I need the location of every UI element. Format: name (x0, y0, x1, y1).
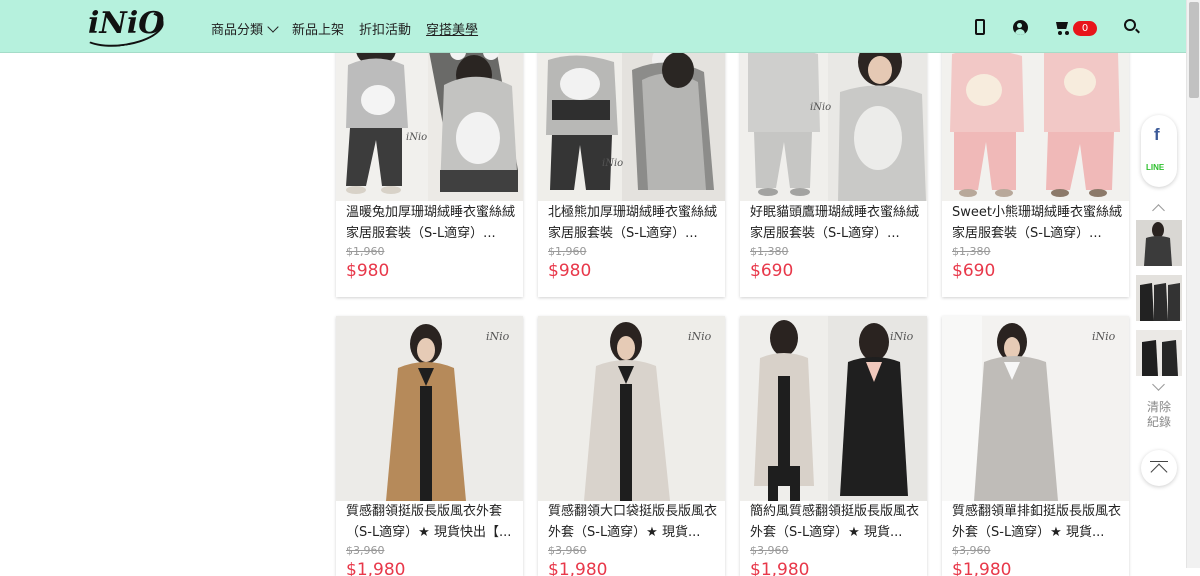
product-original-price: $1,960 (346, 245, 385, 258)
recent-thumbnail[interactable] (1136, 275, 1182, 321)
cart-count-badge[interactable]: 0 (1073, 21, 1097, 36)
product-sale-price: $690 (750, 261, 794, 281)
product-name[interactable]: 質感翻領單排釦挺版長版風衣外套（S-L適穿）★ 現貨... (952, 501, 1122, 543)
chevron-up-icon[interactable] (1152, 204, 1165, 217)
product-card[interactable]: Sweet小熊珊瑚絨睡衣蜜絲絨家居服套裝（S-L適穿）... $1,380 $6… (942, 40, 1129, 297)
chevron-down-icon[interactable] (1152, 378, 1165, 391)
product-image[interactable] (942, 40, 1129, 201)
header-icons: 0 (970, 17, 1140, 39)
product-card[interactable]: iNio 溫暖兔加厚珊瑚絨睡衣蜜絲絨家居服套裝（S-L適穿）... $1,960… (336, 40, 523, 297)
top-bar-icon (1150, 461, 1168, 462)
product-card[interactable]: iNio 質感翻領大口袋挺版長版風衣外套（S-L適穿）★ 現貨... $3,96… (538, 316, 725, 576)
watermark: iNio (688, 330, 712, 343)
chevron-down-icon (267, 21, 279, 33)
product-image[interactable]: iNio (740, 316, 927, 501)
search-icon[interactable] (1124, 19, 1136, 31)
watermark: iNio (406, 132, 428, 143)
user-icon[interactable] (1013, 20, 1028, 35)
cart-icon[interactable] (1054, 20, 1070, 35)
page-scrollbar[interactable] (1186, 0, 1200, 568)
chevron-up-icon (1150, 463, 1168, 481)
line-icon[interactable]: LINE (1146, 163, 1164, 172)
product-original-price: $1,960 (548, 245, 587, 258)
product-image[interactable]: iNio (942, 316, 1129, 501)
product-sale-price: $1,980 (952, 560, 1012, 576)
product-name[interactable]: 質感翻領挺版長版風衣外套（S-L適穿）★ 現貨快出【... (346, 501, 516, 543)
phone-icon[interactable] (975, 19, 985, 35)
main-nav: 商品分類 新品上架 折扣活動 穿搭美學 (211, 19, 493, 38)
nav-item-style-guide[interactable]: 穿搭美學 (426, 19, 478, 38)
product-card[interactable]: iNio 好眠貓頭鷹珊瑚絨睡衣蜜絲絨家居服套裝（S-L適穿）... $1,380… (740, 40, 927, 297)
site-header: iNiO 商品分類 新品上架 折扣活動 穿搭美學 0 (0, 0, 1186, 53)
product-sale-price: $980 (548, 261, 592, 281)
product-card[interactable]: iNio 簡約風質感翻領挺版長版風衣外套（S-L適穿）★ 現貨... $3,96… (740, 316, 927, 576)
share-panel: f LINE (1141, 115, 1177, 187)
nav-item-categories[interactable]: 商品分類 (211, 19, 279, 38)
product-original-price: $3,960 (548, 544, 587, 557)
watermark: iNio (810, 102, 832, 113)
product-sale-price: $1,980 (750, 560, 810, 576)
watermark: iNio (486, 330, 510, 343)
clear-history-button[interactable]: 清除紀錄 (1146, 400, 1172, 430)
product-sale-price: $1,980 (548, 560, 608, 576)
product-name[interactable]: 好眠貓頭鷹珊瑚絨睡衣蜜絲絨家居服套裝（S-L適穿）... (750, 202, 920, 244)
product-name[interactable]: 溫暖兔加厚珊瑚絨睡衣蜜絲絨家居服套裝（S-L適穿）... (346, 202, 516, 244)
product-name[interactable]: Sweet小熊珊瑚絨睡衣蜜絲絨家居服套裝（S-L適穿）... (952, 202, 1122, 244)
product-image[interactable]: iNio (740, 40, 927, 201)
product-name[interactable]: 北極熊加厚珊瑚絨睡衣蜜絲絨家居服套裝（S-L適穿）... (548, 202, 718, 244)
product-original-price: $3,960 (750, 544, 789, 557)
product-image[interactable]: iNio (336, 316, 523, 501)
nav-item-label: 折扣活動 (359, 23, 412, 38)
product-name[interactable]: 簡約風質感翻領挺版長版風衣外套（S-L適穿）★ 現貨... (750, 501, 920, 543)
logo[interactable]: iNiO (77, 4, 167, 52)
nav-item-label: 新品上架 (292, 23, 345, 38)
logo-text: iNiO (88, 6, 165, 41)
watermark: iNio (890, 330, 914, 343)
watermark: iNio (1092, 330, 1116, 343)
back-to-top-button[interactable] (1141, 450, 1177, 486)
product-image[interactable]: iNio (538, 40, 725, 201)
nav-item-label: 商品分類 (211, 23, 264, 38)
nav-item-discounts[interactable]: 折扣活動 (359, 19, 411, 38)
product-name[interactable]: 質感翻領大口袋挺版長版風衣外套（S-L適穿）★ 現貨... (548, 501, 718, 543)
recent-thumbnail[interactable] (1136, 220, 1182, 266)
scrollbar-thumb[interactable] (1189, 2, 1199, 98)
product-card[interactable]: iNio 北極熊加厚珊瑚絨睡衣蜜絲絨家居服套裝（S-L適穿）... $1,960… (538, 40, 725, 297)
product-original-price: $3,960 (346, 544, 385, 557)
product-original-price: $1,380 (750, 245, 789, 258)
product-card[interactable]: iNio 質感翻領挺版長版風衣外套（S-L適穿）★ 現貨快出【... $3,96… (336, 316, 523, 576)
product-sale-price: $690 (952, 261, 996, 281)
watermark: iNio (602, 158, 624, 169)
product-original-price: $1,380 (952, 245, 991, 258)
product-image[interactable]: iNio (336, 40, 523, 201)
facebook-icon[interactable]: f (1154, 125, 1160, 145)
product-sale-price: $980 (346, 261, 390, 281)
nav-item-label: 穿搭美學 (426, 23, 479, 38)
product-image[interactable]: iNio (538, 316, 725, 501)
nav-item-new-arrivals[interactable]: 新品上架 (292, 19, 344, 38)
product-sale-price: $1,980 (346, 560, 406, 576)
recent-thumbnail[interactable] (1136, 330, 1182, 376)
product-card[interactable]: iNio 質感翻領單排釦挺版長版風衣外套（S-L適穿）★ 現貨... $3,96… (942, 316, 1129, 576)
product-original-price: $3,960 (952, 544, 991, 557)
